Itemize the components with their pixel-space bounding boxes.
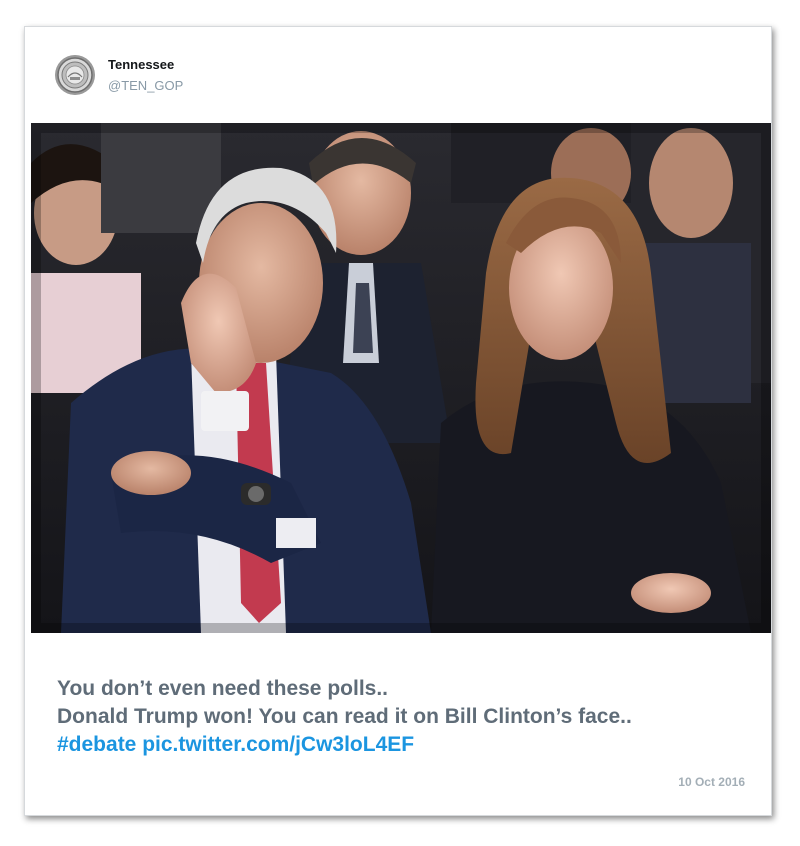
- tweet-photo[interactable]: [31, 123, 771, 633]
- author-handle[interactable]: @TEN_GOP: [108, 77, 183, 94]
- author-display-name[interactable]: Tennessee: [108, 56, 183, 73]
- debate-audience-photo: [31, 123, 771, 633]
- tweet-date[interactable]: 10 Oct 2016: [678, 775, 745, 789]
- state-seal-icon: [55, 55, 95, 95]
- hashtag-link[interactable]: #debate: [57, 733, 136, 756]
- tweet-text-line-2: Donald Trump won! You can read it on Bil…: [57, 705, 632, 728]
- author-names: Tennessee @TEN_GOP: [108, 56, 183, 94]
- tweet-text: You don’t even need these polls.. Donald…: [57, 675, 757, 759]
- tweet-header: Tennessee @TEN_GOP: [55, 55, 183, 95]
- tweet-card: Tennessee @TEN_GOP You don’t even need t…: [24, 26, 772, 816]
- tweet-text-line-1: You don’t even need these polls..: [57, 677, 388, 700]
- tweet-text-line-3: #debate pic.twitter.com/jCw3loL4EF: [57, 731, 757, 759]
- pic-link[interactable]: pic.twitter.com/jCw3loL4EF: [142, 733, 414, 756]
- avatar[interactable]: [55, 55, 95, 95]
